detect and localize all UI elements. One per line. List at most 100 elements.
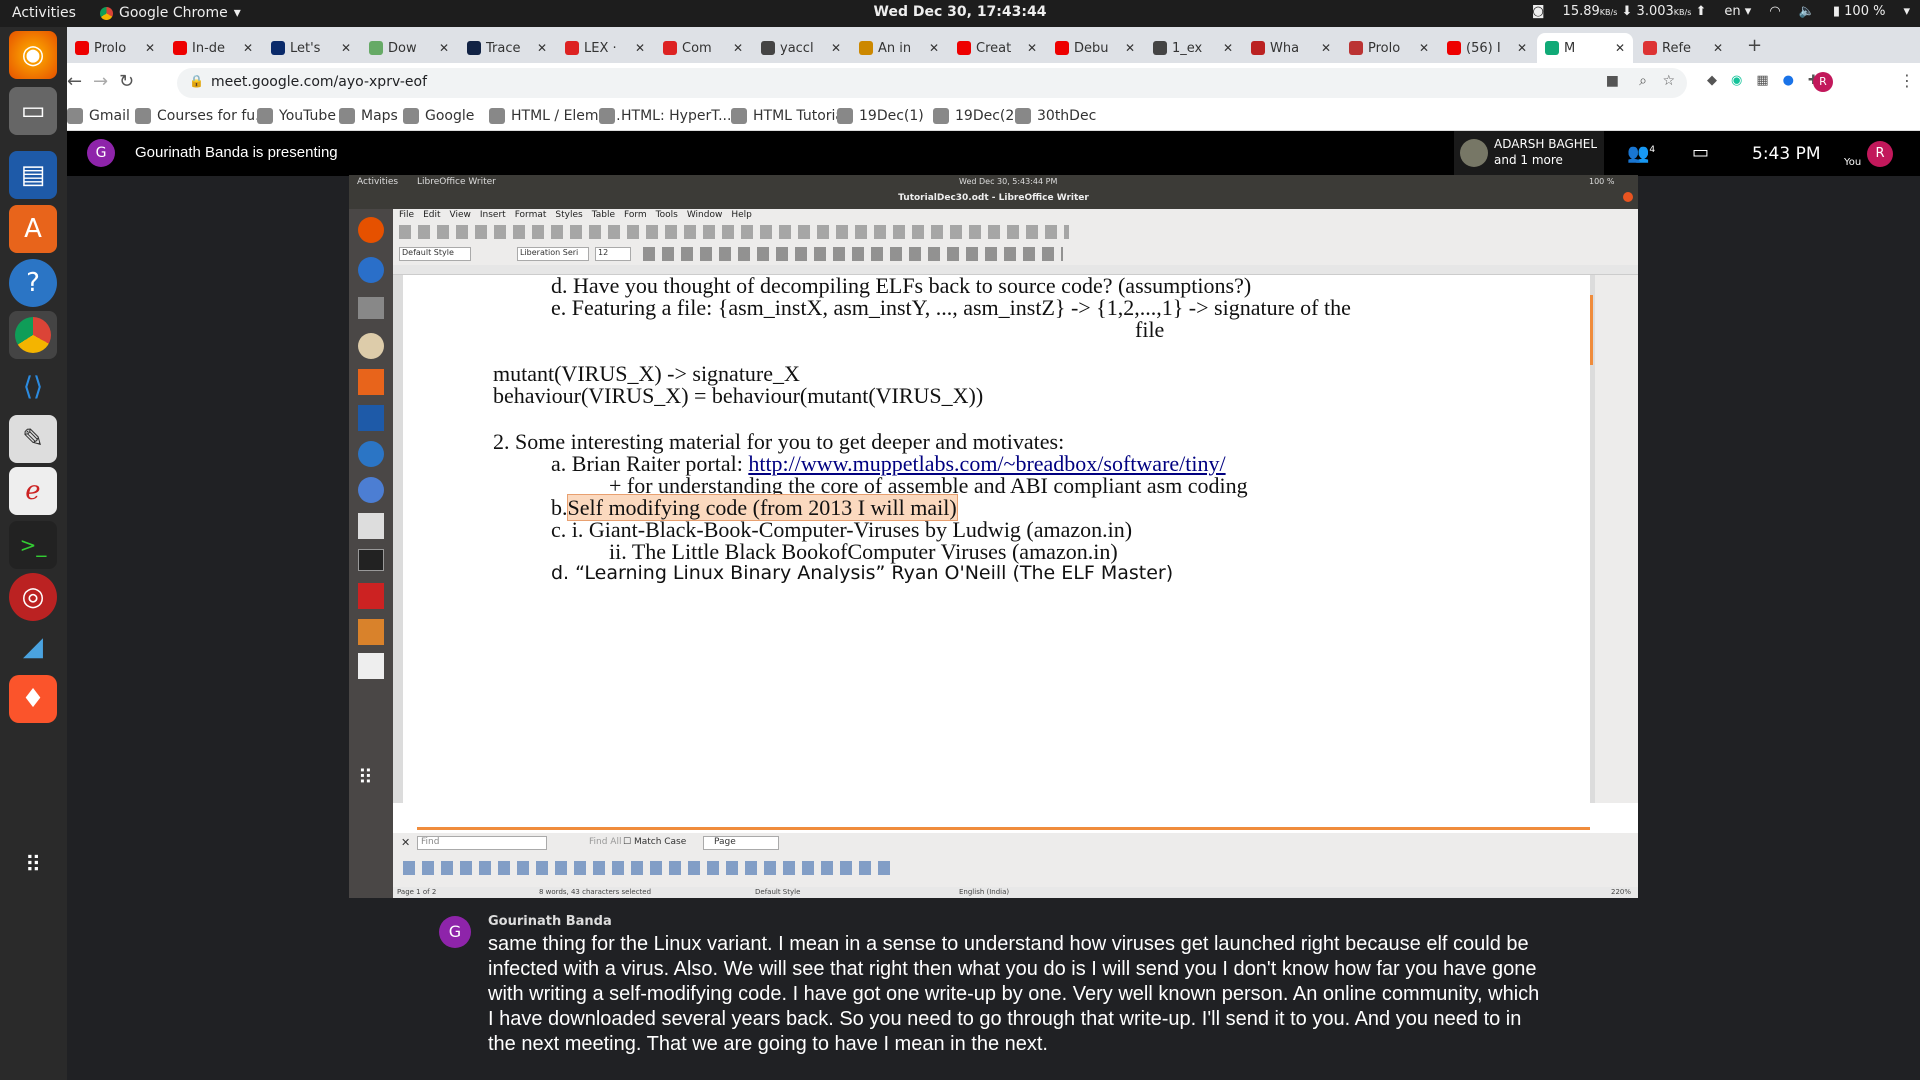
zoom-icon[interactable]: ⌕ [1639,73,1647,89]
tab[interactable]: Debu ✕ [1047,33,1143,63]
tab-close-icon[interactable]: ✕ [1125,41,1135,55]
tab-close-icon[interactable]: ✕ [341,41,351,55]
inner-writer-icon [358,405,384,431]
terminal-icon[interactable]: >_ [9,521,57,569]
bookmark-item[interactable]: Gmail [67,108,130,124]
tab[interactable]: LEX · ✕ [557,33,653,63]
tab-favicon-icon [467,41,481,55]
tab[interactable]: M ✕ [1537,33,1633,63]
tab-close-icon[interactable]: ✕ [1517,41,1527,55]
system-menu-chevron-icon[interactable]: ▾ [1903,4,1910,19]
vscode-icon[interactable]: ⟨⟩ [9,363,57,411]
firefox-icon[interactable]: ◉ [9,31,57,79]
editor-icon[interactable]: ✎ [9,415,57,463]
battery-indicator[interactable]: ▮ 100 % [1833,4,1886,19]
more-menu-icon[interactable]: ⋮ [1899,71,1915,90]
tab[interactable]: yaccl ✕ [753,33,849,63]
tab-favicon-icon [173,41,187,55]
chat-icon[interactable]: ▭ [1692,142,1709,163]
tab-close-icon[interactable]: ✕ [1321,41,1331,55]
new-tab-icon[interactable]: + [1747,35,1762,56]
extension-icon-3[interactable]: ▦ [1756,73,1768,88]
tab-close-icon[interactable]: ✕ [1223,41,1233,55]
help-icon[interactable]: ? [9,259,57,307]
writer-standard-toolbar [393,221,1638,243]
tab-close-icon[interactable]: ✕ [1419,41,1429,55]
you-avatar[interactable]: R [1867,141,1893,167]
reload-icon[interactable]: ↻ [119,71,134,92]
bookmark-icon [933,108,949,124]
status-page: Page 1 of 2 [397,888,437,896]
bookmark-item[interactable]: 19Dec(1) [837,108,924,124]
tab-close-icon[interactable]: ✕ [537,41,547,55]
tab-close-icon[interactable]: ✕ [1615,41,1625,55]
tab-label: In-de [192,40,226,56]
grammarly-icon[interactable]: ◉ [1731,73,1742,88]
chrome-icon[interactable] [9,311,57,359]
tab[interactable]: Dow ✕ [361,33,457,63]
tab-close-icon[interactable]: ✕ [1027,41,1037,55]
tab-favicon-icon [761,41,775,55]
tab-label: Prolo [1368,40,1401,56]
mendeley-icon[interactable]: ◎ [9,573,57,621]
back-icon[interactable]: ← [67,71,82,92]
brave-icon[interactable]: ♦ [9,675,57,723]
address-bar[interactable]: 🔒 meet.google.com/ayo-xprv-eof ■ ⌕ ☆ [177,68,1687,98]
tab-close-icon[interactable]: ✕ [145,41,155,55]
forward-icon[interactable]: → [93,71,108,92]
extension-icons[interactable]: ◆◉▦●✚ [1707,73,1819,88]
files-icon[interactable]: ▭ [9,87,57,135]
language-indicator[interactable]: en ▾ [1724,4,1751,19]
extension-icon-4[interactable]: ● [1783,73,1794,88]
tab-favicon-icon [957,41,971,55]
tab-close-icon[interactable]: ✕ [635,41,645,55]
document-icon[interactable]: ℯ [9,467,57,515]
tab[interactable]: Wha ✕ [1243,33,1339,63]
tab-close-icon[interactable]: ✕ [1713,41,1723,55]
tab[interactable]: Prolo ✕ [67,33,163,63]
bookmark-item[interactable]: Google [403,108,474,124]
bookmark-item[interactable]: Courses for fu... [135,108,268,124]
apps-grid-icon[interactable]: ⠿ [9,841,57,889]
shared-screen: Activities LibreOffice Writer Wed Dec 30… [349,175,1638,898]
tab[interactable]: Prolo ✕ [1341,33,1437,63]
tab[interactable]: Let's ✕ [263,33,359,63]
tab-close-icon[interactable]: ✕ [439,41,449,55]
tab[interactable]: 1_ex ✕ [1145,33,1241,63]
tab-close-icon[interactable]: ✕ [733,41,743,55]
bookmark-item[interactable]: Maps [339,108,398,124]
bookmark-item[interactable]: YouTube [257,108,336,124]
star-icon[interactable]: ☆ [1662,73,1675,89]
tab[interactable]: Trace ✕ [459,33,555,63]
participant-tile[interactable]: ADARSH BAGHEL and 1 more [1454,131,1604,176]
bookmark-icon [731,108,747,124]
bookmark-item[interactable]: 30thDec [1015,108,1096,124]
writer-icon[interactable]: ▤ [9,151,57,199]
tab-label: Let's [290,40,321,56]
bookmark-icon [257,108,273,124]
software-icon[interactable]: A [9,205,57,253]
tab[interactable]: Creat ✕ [949,33,1045,63]
profile-avatar[interactable]: R [1813,72,1833,92]
wireshark-icon[interactable]: ◢ [9,623,57,671]
chrome-icon [100,6,113,20]
tab-close-icon[interactable]: ✕ [243,41,253,55]
camera-icon[interactable]: ■ [1606,73,1619,89]
chevron-down-icon: ▾ [233,5,241,21]
app-menu[interactable]: Google Chrome ▾ [100,5,241,21]
tab-close-icon[interactable]: ✕ [929,41,939,55]
people-icon[interactable]: 👥4 [1627,143,1655,164]
tab[interactable]: An in ✕ [851,33,947,63]
bookmark-item[interactable]: 19Dec(2) [933,108,1020,124]
bookmark-item[interactable]: HTML Tutorial [731,108,848,124]
bookmark-item[interactable]: HTML: HyperT... [599,108,731,124]
writer-menu-item: Help [731,210,752,220]
activities-button[interactable]: Activities [12,5,76,21]
tab-favicon-icon [1643,41,1657,55]
tab[interactable]: Com ✕ [655,33,751,63]
tab[interactable]: (56) I ✕ [1439,33,1535,63]
tab-close-icon[interactable]: ✕ [831,41,841,55]
tab[interactable]: Refe ✕ [1635,33,1731,63]
extension-icon-1[interactable]: ◆ [1707,73,1717,88]
tab[interactable]: In-de ✕ [165,33,261,63]
